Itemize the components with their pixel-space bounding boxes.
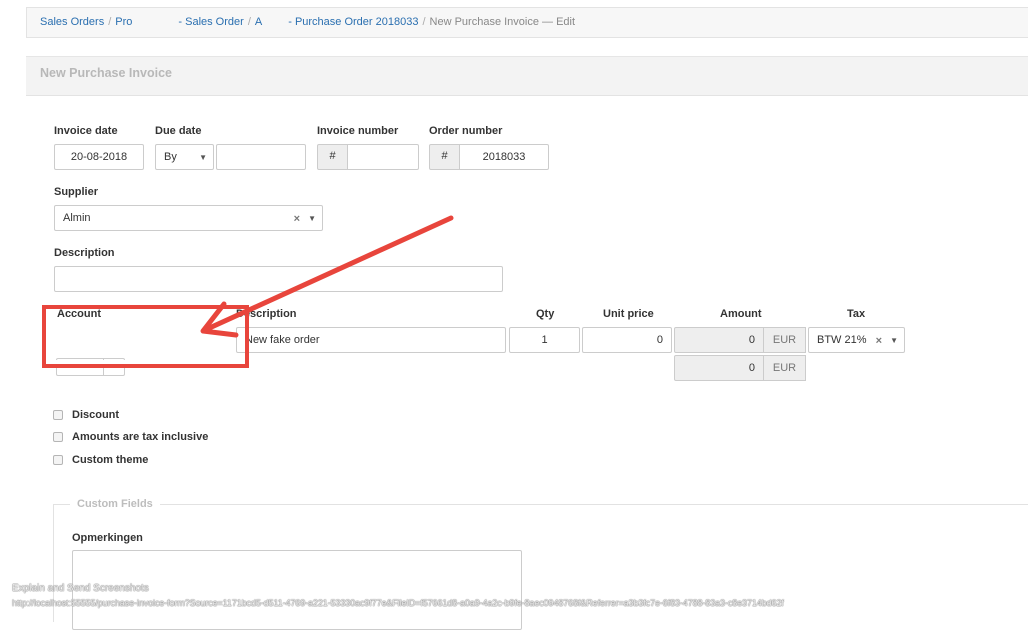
overlay-url: http://localhost:55555/purchase-invoice-… <box>12 598 784 608</box>
overlay-title: Explain and Send Screenshots <box>12 583 149 594</box>
annotation-arrow-icon <box>200 215 454 338</box>
